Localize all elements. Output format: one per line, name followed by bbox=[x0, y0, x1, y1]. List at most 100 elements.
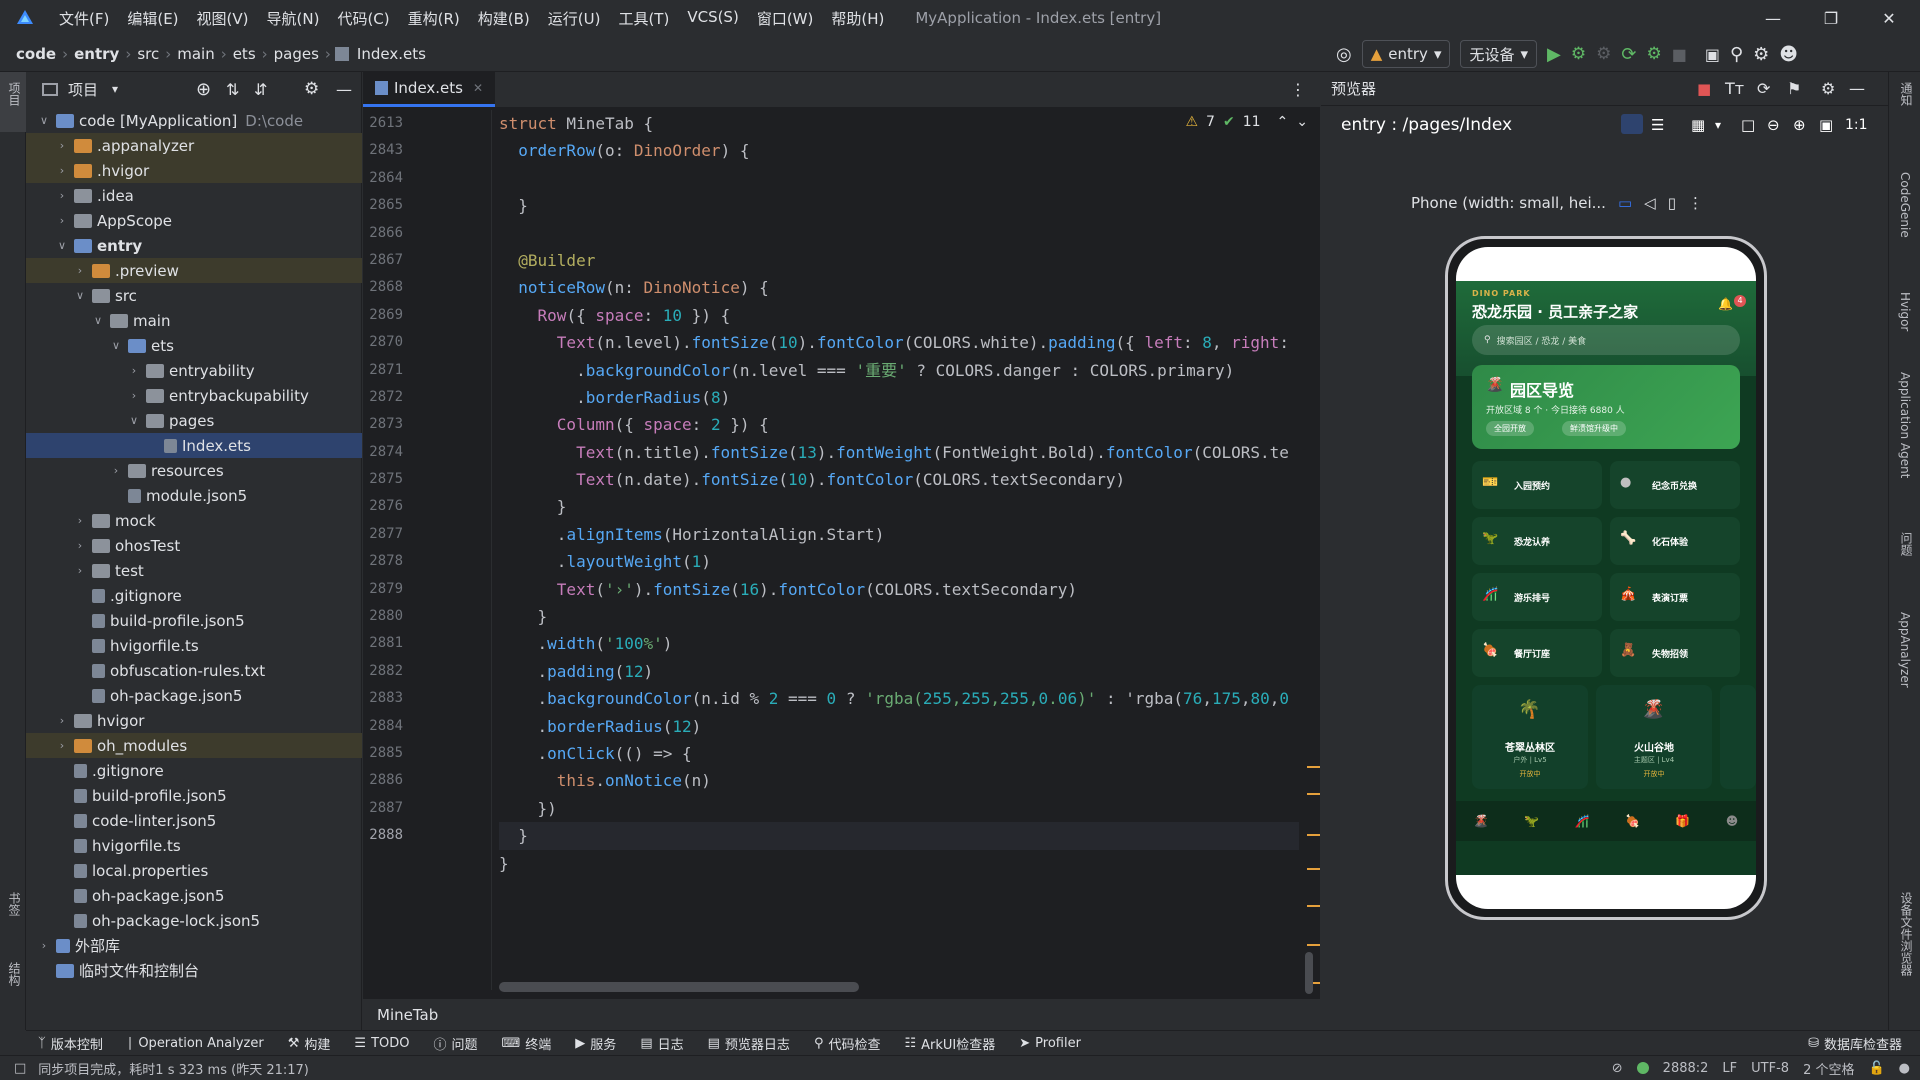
code-line[interactable]: } bbox=[499, 603, 1299, 630]
nav-shop-icon[interactable]: 🎁 bbox=[1675, 814, 1690, 828]
code-line[interactable]: Row({ space: 10 }) { bbox=[499, 302, 1299, 329]
zoom-in-icon[interactable]: ⊕ bbox=[1793, 116, 1806, 134]
locate-icon[interactable]: ⊕ bbox=[196, 79, 211, 100]
editor-breadcrumb-footer[interactable]: MineTab bbox=[363, 998, 1320, 1030]
layers-icon[interactable]: ☰ bbox=[1651, 116, 1664, 134]
chevron-down-icon[interactable]: ∨ bbox=[90, 314, 106, 327]
grid-item[interactable]: 🎢 游乐排号 bbox=[1472, 573, 1602, 621]
tree-item[interactable]: code-linter.json5 bbox=[26, 808, 362, 833]
tree-item[interactable]: .gitignore bbox=[26, 583, 362, 608]
chip-open[interactable]: 全园开放 bbox=[1486, 421, 1534, 436]
menu-refactor[interactable]: 重构(R) bbox=[399, 8, 469, 29]
bookmarks-tool-label[interactable]: 书签 bbox=[6, 892, 23, 916]
chevron-right-icon[interactable]: › bbox=[72, 564, 88, 577]
screen-icon[interactable]: ▭ bbox=[1618, 194, 1632, 212]
settings-icon[interactable]: ⚙ bbox=[1753, 44, 1769, 65]
tree-item[interactable]: › 外部库 bbox=[26, 933, 362, 958]
project-panel-title[interactable]: 项目 bbox=[68, 79, 98, 100]
device-label[interactable]: Phone (width: small, hei... bbox=[1411, 194, 1606, 212]
chevron-right-icon[interactable]: › bbox=[54, 714, 70, 727]
codegenie-tool-label[interactable]: CodeGenie bbox=[1898, 172, 1912, 238]
code-line[interactable]: }) bbox=[499, 795, 1299, 822]
apply-changes-icon[interactable]: ⟳ bbox=[1621, 44, 1636, 65]
run-config-select[interactable]: ▲ entry ▾ bbox=[1361, 40, 1451, 68]
tab-operation-analyzer[interactable]: ∣ Operation Analyzer bbox=[115, 1036, 276, 1051]
tree-item[interactable]: oh-package-lock.json5 bbox=[26, 908, 362, 933]
code-line[interactable]: .backgroundColor(n.id % 2 === 0 ? 'rgba(… bbox=[499, 685, 1299, 712]
menu-code[interactable]: 代码(C) bbox=[328, 8, 398, 29]
code-line[interactable]: .onClick(() => { bbox=[499, 740, 1299, 767]
horizontal-scrollbar[interactable] bbox=[499, 982, 859, 992]
nav-play-icon[interactable]: 🎢 bbox=[1575, 814, 1590, 828]
refresh-icon[interactable]: ⟳ bbox=[1757, 79, 1770, 98]
tab-todo[interactable]: ☰ TODO bbox=[342, 1036, 421, 1051]
chevron-right-icon[interactable]: › bbox=[54, 739, 70, 752]
bell-icon[interactable]: 🔔 bbox=[1718, 297, 1733, 311]
code-line[interactable]: Column({ space: 2 }) { bbox=[499, 411, 1299, 438]
menu-run[interactable]: 运行(U) bbox=[539, 8, 610, 29]
zone-card[interactable] bbox=[1720, 685, 1756, 789]
tree-item[interactable]: 临时文件和控制台 bbox=[26, 958, 362, 983]
power-save-icon[interactable]: ⊘ bbox=[1612, 1061, 1623, 1076]
close-tab-icon[interactable]: ✕ bbox=[473, 81, 483, 95]
code-line[interactable]: .borderRadius(8) bbox=[499, 384, 1299, 411]
menu-view[interactable]: 视图(V) bbox=[188, 8, 258, 29]
menu-navigate[interactable]: 导航(N) bbox=[258, 8, 329, 29]
stop-icon[interactable]: ■ bbox=[1672, 45, 1687, 64]
nav-dino-icon[interactable]: 🦖 bbox=[1524, 814, 1539, 828]
tree-item[interactable]: ∨ code [MyApplication] D:\code bbox=[26, 108, 362, 133]
zone-card[interactable]: 🌋 火山谷地 主题区 | Lv4 开放中 bbox=[1596, 685, 1712, 789]
tree-item[interactable]: module.json5 bbox=[26, 483, 362, 508]
minimize-icon[interactable]: — bbox=[1744, 0, 1802, 36]
rotate-icon[interactable]: ▯ bbox=[1668, 194, 1676, 212]
code-line[interactable]: .backgroundColor(n.level === '重要' ? COLO… bbox=[499, 357, 1299, 384]
chevron-right-icon[interactable]: › bbox=[54, 139, 70, 152]
menu-edit[interactable]: 编辑(E) bbox=[118, 8, 187, 29]
stop-preview-icon[interactable]: ■ bbox=[1697, 80, 1711, 98]
problems-tool-label[interactable]: 问题 bbox=[1898, 532, 1915, 556]
code-line[interactable]: orderRow(o: DinoOrder) { bbox=[499, 137, 1299, 164]
menu-tools[interactable]: 工具(T) bbox=[609, 8, 678, 29]
code-line[interactable]: } bbox=[499, 850, 1299, 877]
account-icon[interactable]: ☻ bbox=[1779, 44, 1798, 65]
panel-toggle-icon[interactable]: □ bbox=[14, 1061, 26, 1076]
code-line[interactable]: } bbox=[499, 192, 1299, 219]
breadcrumb-item[interactable]: Index.ets bbox=[355, 45, 428, 63]
nav-food-icon[interactable]: 🍖 bbox=[1625, 814, 1640, 828]
grid-item[interactable]: ● 纪念币兑换 bbox=[1610, 461, 1740, 509]
one-to-one-icon[interactable]: 1:1 bbox=[1845, 117, 1868, 133]
device-manager-icon[interactable]: ▣ bbox=[1705, 45, 1720, 64]
code-line[interactable]: struct MineTab { bbox=[499, 110, 1299, 137]
breadcrumb-item[interactable]: main bbox=[175, 45, 216, 63]
tree-item[interactable]: › hvigor bbox=[26, 708, 362, 733]
chevron-right-icon[interactable]: › bbox=[126, 389, 142, 402]
code-line[interactable]: .borderRadius(12) bbox=[499, 713, 1299, 740]
tab-services[interactable]: ▶ 服务 bbox=[563, 1034, 628, 1053]
breadcrumb-item[interactable]: ets bbox=[231, 45, 258, 63]
grid-item[interactable]: 🎫 入园预约 bbox=[1472, 461, 1602, 509]
breadcrumb-item[interactable]: pages bbox=[272, 45, 321, 63]
hide-panel-icon[interactable]: — bbox=[336, 80, 352, 99]
font-size-icon[interactable]: Tт bbox=[1725, 79, 1744, 98]
grid-item[interactable]: 🎪 表演订票 bbox=[1610, 573, 1740, 621]
tree-item[interactable]: › mock bbox=[26, 508, 362, 533]
grid-item[interactable]: 🧸 失物招领 bbox=[1610, 629, 1740, 677]
tree-item[interactable]: › AppScope bbox=[26, 208, 362, 233]
tree-item[interactable]: › ohosTest bbox=[26, 533, 362, 558]
structure-tool-label[interactable]: 结构 bbox=[6, 962, 23, 986]
back-icon[interactable]: ◁ bbox=[1644, 194, 1656, 212]
tree-item[interactable]: › .appanalyzer bbox=[26, 133, 362, 158]
file-encoding[interactable]: UTF-8 bbox=[1751, 1061, 1789, 1076]
tree-item[interactable]: ∨ main bbox=[26, 308, 362, 333]
chevron-right-icon[interactable]: › bbox=[126, 364, 142, 377]
gear-icon[interactable]: ⚙ bbox=[304, 79, 319, 99]
hide-panel-icon[interactable]: — bbox=[1849, 79, 1865, 98]
tab-version-control[interactable]: ᛉ 版本控制 bbox=[26, 1034, 115, 1053]
zoom-out-icon[interactable]: ⊖ bbox=[1767, 116, 1780, 134]
profile-icon[interactable]: ⚙ bbox=[1646, 44, 1661, 64]
inspection-widget[interactable]: ⚠ 7 ✔ 11 ⌃ ⌄ bbox=[1185, 114, 1308, 130]
vertical-scrollbar[interactable] bbox=[1305, 952, 1313, 994]
tree-item[interactable]: .gitignore bbox=[26, 758, 362, 783]
code-line[interactable] bbox=[499, 165, 1299, 192]
code-line[interactable]: @Builder bbox=[499, 247, 1299, 274]
